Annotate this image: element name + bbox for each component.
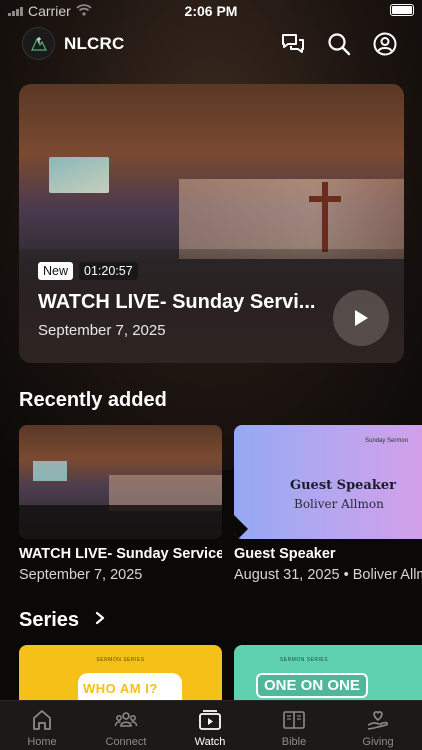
thumb-title: Guest Speaker xyxy=(290,478,396,493)
recent-item-thumbnail[interactable]: Sunday Sermon Guest Speaker Boliver Allm… xyxy=(234,425,422,539)
series-title-text: ONE ON ONE xyxy=(256,673,368,698)
church-logo[interactable] xyxy=(22,27,55,60)
series-header[interactable]: Series xyxy=(19,609,105,632)
recent-item-subtitle: September 7, 2025 xyxy=(19,567,143,583)
play-icon xyxy=(198,708,222,732)
tab-label: Watch xyxy=(194,736,226,748)
tab-bar: Home Connect Watch Bible Giving xyxy=(0,700,422,750)
projection-screen xyxy=(33,461,67,481)
featured-video-card[interactable]: New 01:20:57 WATCH LIVE- Sunday Servi...… xyxy=(19,84,404,363)
series-card[interactable]: SERMON SERIES ONE ON ONE xyxy=(234,645,422,705)
giving-icon xyxy=(366,708,390,732)
chevron-right-icon[interactable] xyxy=(95,611,105,630)
top-bar: NLCRC xyxy=(0,26,422,62)
tab-label: Giving xyxy=(362,736,394,748)
chat-icon[interactable] xyxy=(280,31,306,57)
recent-item-title[interactable]: Guest Speaker xyxy=(234,546,422,562)
tab-watch[interactable]: Watch xyxy=(168,701,252,750)
recent-item-thumbnail[interactable] xyxy=(19,425,222,539)
thumb-chevron-shape xyxy=(234,515,248,539)
duration-badge: 01:20:57 xyxy=(79,262,138,280)
audience-shade xyxy=(19,505,222,539)
featured-title: WATCH LIVE- Sunday Servi... xyxy=(38,291,316,313)
cross-horizontal xyxy=(309,196,341,202)
thumb-mini-label: Sunday Sermon xyxy=(365,438,409,444)
play-icon xyxy=(355,310,368,326)
play-button[interactable] xyxy=(333,290,389,346)
profile-icon[interactable] xyxy=(372,31,398,57)
cross-vertical xyxy=(322,182,328,252)
tab-label: Connect xyxy=(105,736,147,748)
tab-label: Bible xyxy=(281,736,307,748)
recently-added-heading: Recently added xyxy=(19,389,167,411)
tab-bible[interactable]: Bible xyxy=(252,701,336,750)
series-card[interactable]: SERMON SERIES WHO AM I? xyxy=(19,645,222,705)
thumb-speaker: Boliver Allmon xyxy=(294,497,384,511)
series-label: SERMON SERIES xyxy=(96,657,145,663)
series-title-text: WHO AM I? xyxy=(83,681,158,696)
tab-label: Home xyxy=(27,736,57,748)
app-title: NLCRC xyxy=(64,34,125,53)
stage-backdrop xyxy=(179,179,404,259)
recent-item-title[interactable]: WATCH LIVE- Sunday Service xyxy=(19,546,222,562)
series-label: SERMON SERIES xyxy=(279,657,329,663)
recent-item-subtitle: August 31, 2025 • Boliver Allmon xyxy=(234,567,422,583)
series-heading: Series xyxy=(19,609,80,631)
new-badge: New xyxy=(38,262,74,280)
featured-date: September 7, 2025 xyxy=(38,322,166,339)
status-time: 2:06 PM xyxy=(184,3,238,19)
tab-home[interactable]: Home xyxy=(0,701,84,750)
home-icon xyxy=(30,708,54,732)
book-icon xyxy=(282,708,306,732)
people-icon xyxy=(114,708,138,732)
battery-icon xyxy=(390,4,414,16)
tab-connect[interactable]: Connect xyxy=(84,701,168,750)
projection-screen xyxy=(49,157,109,193)
tab-giving[interactable]: Giving xyxy=(336,701,420,750)
status-bar: Carrier 2:06 PM xyxy=(0,0,422,22)
search-icon[interactable] xyxy=(326,31,352,57)
